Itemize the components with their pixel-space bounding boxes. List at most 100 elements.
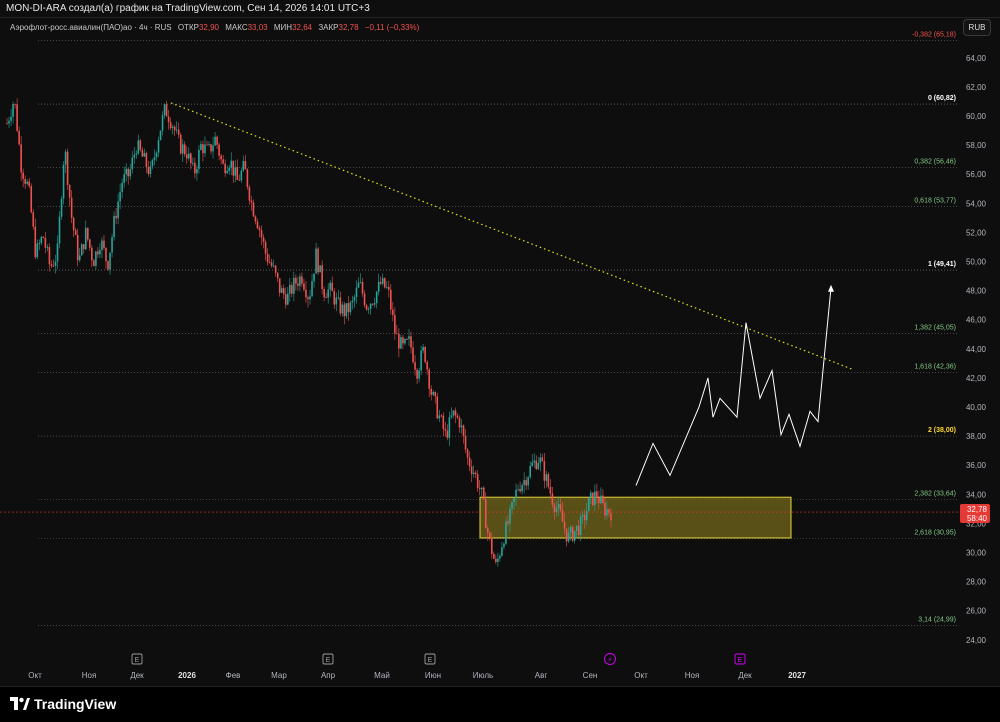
candle-body: [438, 415, 441, 419]
support-zone[interactable]: [479, 496, 792, 539]
candle-body: [466, 449, 469, 458]
price-tick-label: 28,00: [966, 578, 987, 587]
candle-body: [8, 120, 10, 124]
candle-body: [276, 272, 279, 279]
candle-body: [297, 283, 299, 286]
candle-body: [230, 160, 233, 168]
header-title: MON-DI-ARA создал(а) график на TradingVi…: [6, 3, 370, 14]
candle-body: [456, 415, 459, 418]
candle-body: [141, 149, 144, 157]
time-tick-label: Дек: [130, 671, 144, 680]
price-tick-label: 26,00: [966, 607, 987, 616]
candle-body: [107, 261, 109, 270]
candle-body: [266, 253, 269, 262]
candle-body: [345, 303, 348, 317]
zone-rect: [479, 496, 792, 539]
time-tick-label: Ноя: [685, 671, 700, 680]
candle-body: [315, 248, 317, 274]
candle-body: [497, 558, 499, 563]
candle-body: [569, 527, 572, 533]
candle-body: [545, 474, 548, 481]
candle-body: [571, 527, 574, 541]
candle-body: [137, 140, 140, 154]
candle-body: [319, 265, 321, 273]
candle-body: [470, 466, 473, 474]
candle-body: [234, 167, 237, 176]
candle-body: [577, 525, 580, 535]
time-tick-label: Апр: [321, 671, 336, 680]
time-tick-label: Май: [374, 671, 390, 680]
time-axis[interactable]: Окт Ноя Дек 2026 Фев Мар Апр Май Июн Июль Авг Сен Ок…: [28, 653, 806, 681]
currency-button[interactable]: RUB: [963, 19, 991, 36]
candle-body: [383, 278, 386, 288]
candle-body: [414, 362, 416, 370]
candle-body: [325, 297, 327, 299]
candle-body: [557, 504, 560, 508]
trendline[interactable]: [170, 102, 853, 370]
earnings-marker-label: E: [326, 657, 331, 664]
candle-body: [436, 396, 439, 419]
candle-body: [291, 284, 293, 294]
candle-body: [385, 286, 388, 288]
tradingview-logo[interactable]: TradingView: [10, 696, 116, 712]
candle-body: [133, 154, 136, 158]
candle-body: [95, 251, 97, 267]
candle-body: [517, 489, 519, 490]
candle-body: [206, 144, 208, 146]
candle-body: [84, 227, 87, 250]
candle-body: [484, 499, 487, 529]
earnings-marker-label: E: [428, 657, 433, 664]
candle-body: [390, 289, 392, 310]
candle-body: [523, 480, 525, 485]
projection-path[interactable]: [635, 284, 834, 486]
candle-body: [232, 160, 235, 176]
candle-body: [434, 391, 437, 397]
candle-body: [171, 126, 174, 128]
symbol-legend[interactable]: Аэрофлот-росс.авиалин(ПАО)ао · 4ч · RUS …: [10, 23, 419, 32]
candle-body: [250, 200, 253, 203]
candle-body: [488, 532, 491, 538]
price-tick-label: 62,00: [966, 83, 987, 92]
price-tick-label: 42,00: [966, 374, 987, 383]
candle-body: [543, 461, 546, 481]
candle-body: [563, 521, 566, 529]
close-label: ЗАКР: [318, 23, 339, 32]
candle-body: [499, 555, 501, 559]
candle-body: [598, 497, 600, 504]
candle-body: [129, 169, 132, 177]
candle-body: [549, 486, 552, 494]
candle-body: [365, 305, 368, 310]
fib-label: -0,382 (65,18): [912, 32, 956, 39]
price-tick-label: 48,00: [966, 287, 987, 296]
price-axis[interactable]: 24,0026,0028,0030,0032,0034,0036,0038,00…: [966, 54, 987, 645]
candle-body: [222, 159, 224, 164]
candle-body: [341, 304, 344, 314]
price-tick-label: 36,00: [966, 461, 987, 470]
candle-body: [458, 417, 461, 428]
candle-body: [503, 543, 505, 548]
candle-body: [286, 293, 289, 305]
time-tick-label: Сен: [583, 671, 598, 680]
candle-body: [109, 252, 111, 270]
candle-body: [147, 167, 150, 174]
candle-body: [555, 507, 558, 512]
candle-body: [592, 492, 594, 506]
candle-body: [537, 462, 540, 470]
price-chart[interactable]: 24,0026,0028,0030,0032,0034,0036,0038,00…: [0, 0, 1000, 686]
candles: [6, 98, 612, 567]
close-value: 32,78: [338, 23, 359, 32]
candle-body: [194, 162, 196, 174]
candle-body: [575, 525, 578, 531]
candle-body: [349, 302, 352, 313]
candle-body: [78, 255, 81, 261]
candle-body: [42, 236, 45, 238]
candle-body: [301, 276, 303, 284]
time-tick-label: Окт: [634, 671, 648, 680]
candle-body: [448, 417, 451, 438]
candle-body: [587, 497, 590, 511]
tradingview-icon: [10, 697, 30, 710]
time-tick-label: Ноя: [82, 671, 97, 680]
candle-body: [493, 553, 495, 559]
candle-body: [196, 168, 198, 174]
candle-body: [119, 191, 121, 202]
